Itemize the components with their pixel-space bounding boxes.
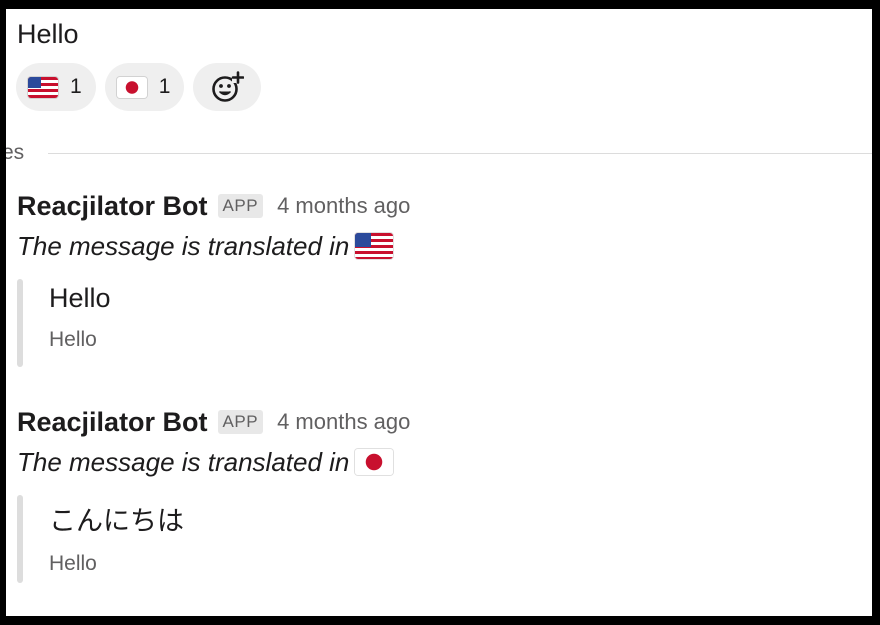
add-reaction-button[interactable]: [193, 63, 262, 111]
bot-message: Reacjilator Bot APP 4 months ago The mes…: [17, 189, 410, 367]
sender-name[interactable]: Reacjilator Bot: [17, 191, 208, 222]
attachment-bar: [17, 279, 23, 367]
message-header: Reacjilator Bot APP 4 months ago: [17, 405, 410, 439]
app-badge: APP: [217, 410, 264, 434]
reaction-us-flag[interactable]: 1: [16, 63, 96, 111]
translated-text: こんにちは: [49, 506, 184, 536]
jp-flag-icon: [355, 449, 394, 475]
source-text: Hello: [49, 552, 97, 575]
sender-name[interactable]: Reacjilator Bot: [17, 407, 208, 438]
date-divider-label: es: [6, 141, 25, 164]
source-text: Hello: [49, 328, 97, 351]
us-flag-icon: [355, 233, 394, 259]
translation-attachment: Hello Hello: [17, 279, 410, 367]
app-badge: APP: [217, 194, 264, 218]
intro-text: The message is translated in: [17, 447, 350, 477]
original-message-text: Hello: [17, 19, 79, 49]
message-intro: The message is translated in: [17, 231, 410, 269]
message-pane: Hello 1 1 es Reacjilator Bot APP 4 month…: [6, 9, 872, 616]
message-timestamp[interactable]: 4 months ago: [277, 409, 410, 435]
jp-flag-icon: [116, 76, 147, 98]
translation-attachment: こんにちは Hello: [17, 495, 410, 583]
add-emoji-icon: [212, 71, 245, 102]
reaction-count: 1: [158, 75, 171, 98]
bot-message: Reacjilator Bot APP 4 months ago The mes…: [17, 405, 410, 583]
reaction-count: 1: [70, 75, 82, 98]
translated-text: Hello: [49, 283, 111, 313]
us-flag-icon: [28, 76, 58, 98]
attachment-bar: [17, 495, 23, 583]
reaction-bar: 1 1: [16, 63, 262, 111]
message-intro: The message is translated in: [17, 447, 410, 485]
message-header: Reacjilator Bot APP 4 months ago: [17, 189, 410, 223]
message-timestamp[interactable]: 4 months ago: [277, 193, 410, 219]
intro-text: The message is translated in: [17, 231, 350, 261]
date-divider-line: [48, 153, 872, 154]
reaction-jp-flag[interactable]: 1: [104, 63, 185, 111]
